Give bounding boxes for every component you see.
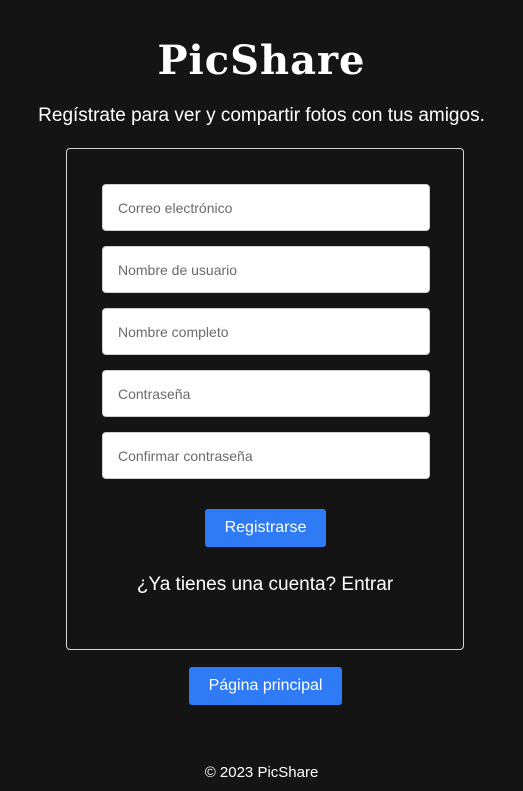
username-field[interactable] xyxy=(102,246,430,293)
signup-form-card: Registrarse ¿Ya tienes una cuenta? Entra… xyxy=(66,148,464,650)
home-page-button[interactable]: Página principal xyxy=(189,667,342,705)
footer-copyright: © 2023 PicShare xyxy=(204,764,319,781)
password-field[interactable] xyxy=(102,370,430,417)
email-field[interactable] xyxy=(102,184,430,231)
page-subtitle: Regístrate para ver y compartir fotos co… xyxy=(38,105,485,126)
login-prompt-text: ¿Ya tienes una cuenta? xyxy=(136,574,337,595)
register-button[interactable]: Registrarse xyxy=(205,509,326,547)
fullname-field[interactable] xyxy=(102,308,430,355)
login-link[interactable]: Entrar xyxy=(341,574,393,595)
login-prompt-line: ¿Ya tienes una cuenta? Entrar xyxy=(67,573,463,597)
app-logo: PicShare xyxy=(157,37,366,84)
confirm-password-field[interactable] xyxy=(102,432,430,479)
